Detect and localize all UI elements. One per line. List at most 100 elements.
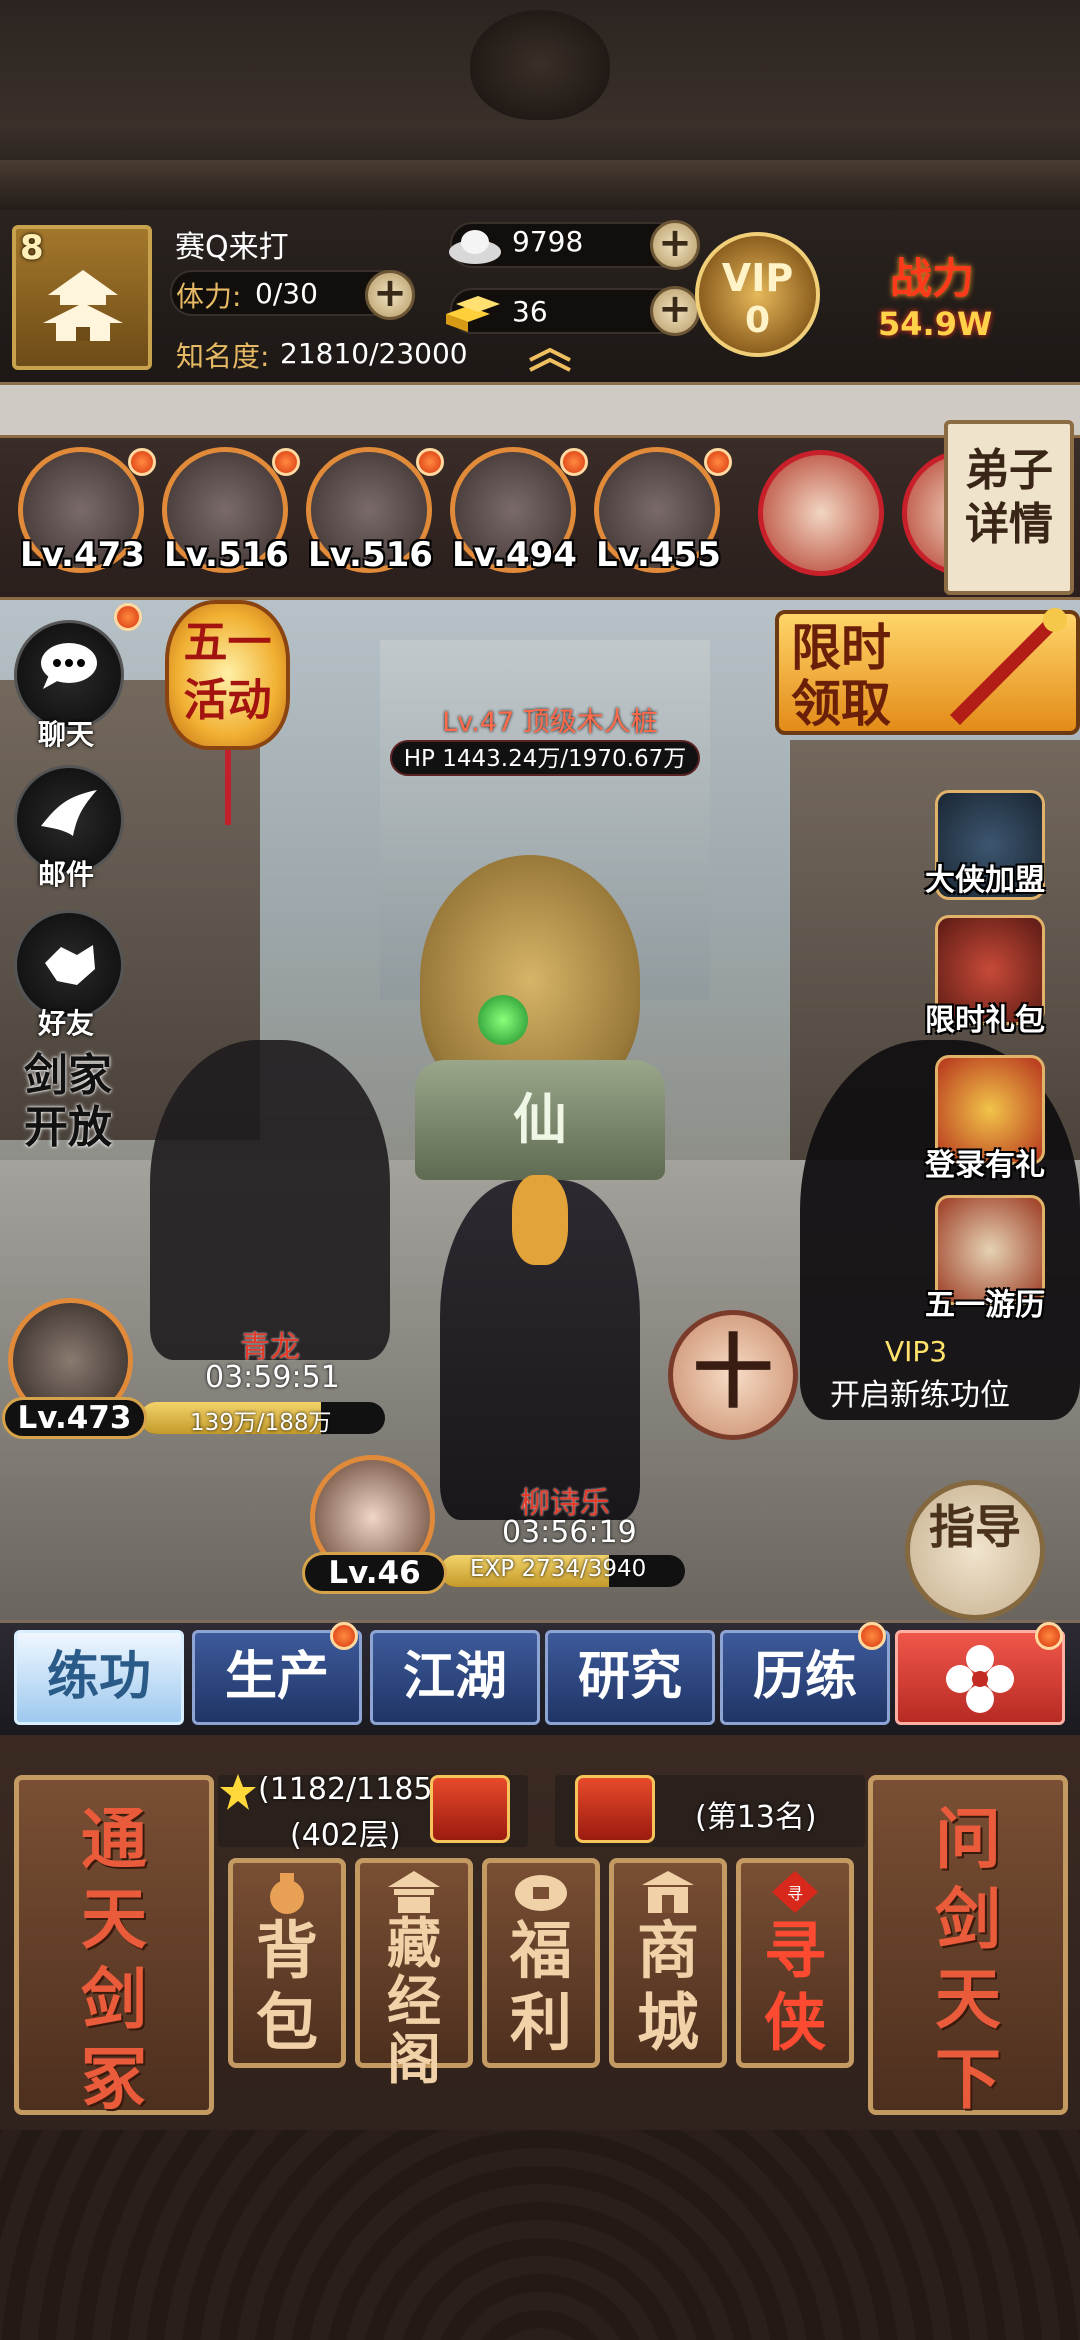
tower-progress: (1182/1185) [258,1772,445,1807]
coin-icon [515,1875,567,1911]
shop-icon [642,1871,694,1913]
notification-dot [272,448,300,476]
vip-label: VIP [721,256,794,300]
seek-hero-label: 寻侠 [763,1914,826,2059]
notification-dot [704,448,732,476]
disciple-detail-button[interactable]: 弟子详情 [944,420,1074,595]
toad-pedestal: 仙 [415,1060,665,1180]
ask-sword-world-label: 问剑天下 [935,1801,1001,2118]
qinglong-level: Lv.473 [2,1397,147,1439]
svg-text:寻: 寻 [787,1884,803,1903]
notification-dot [1035,1622,1063,1650]
chat-bubble-icon [41,643,97,689]
pavilion-icon [388,1871,440,1913]
boss-hp-bar: HP 1443.24万/1970.67万 [390,740,700,776]
sword-family-open-button[interactable]: 剑家开放 [8,1050,128,1180]
liushile-timer: 03:56:19 [502,1515,637,1550]
mail-label: 邮件 [38,858,95,891]
fame-value: 21810/23000 [280,337,468,370]
vip-badge[interactable]: VIP 0 [695,232,820,357]
qinglong-character[interactable] [150,1040,390,1360]
gift-box-icon[interactable] [430,1775,510,1843]
login-reward-label: 登录有礼 [925,1148,1045,1183]
backpack-icon [270,1873,304,1914]
welfare-card[interactable]: 福利 [482,1858,600,2068]
stamina-value: 0/30 [255,277,318,310]
tongtian-sword-tomb-label: 通天剑冢 [81,1801,147,2118]
disciple-level-2: Lv.516 [164,535,289,575]
combat-power-label: 战力 [890,254,975,303]
may-day-event-lantern[interactable]: 五一活动 [165,600,290,750]
seal-icon: 寻 [772,1871,818,1913]
notification-dot [330,1622,358,1650]
tower-floor: (402层) [290,1818,401,1853]
pagoda-icon [43,270,123,341]
stamina-label: 体力: [176,280,242,313]
combat-power-value: 54.9W [878,305,993,343]
divider-strip [0,385,1080,435]
add-gold-button[interactable]: + [650,286,700,336]
bottom-wave-decoration [0,2130,1080,2340]
player-level: 8 [20,228,44,268]
roof-beam [0,160,1080,210]
jade-bead [478,995,528,1045]
tab-training[interactable]: 练功 [14,1630,184,1725]
disciple-level-3: Lv.516 [308,535,433,575]
gold-bars-icon [446,296,500,332]
silver-amount: 9798 [512,225,584,258]
character-veil [512,1175,568,1265]
add-stamina-button[interactable]: + [365,270,415,320]
backpack-card[interactable]: 背包 [228,1858,346,2068]
star-icon [220,1774,256,1810]
slot-open-text: 开启新练功位 [830,1378,1010,1413]
lantern-string [225,750,231,825]
guide-button[interactable]: 指导 [905,1480,1045,1620]
chat-label: 聊天 [38,718,95,751]
open-training-slot-button[interactable]: 十 [668,1310,798,1440]
notification-dot [114,603,142,631]
dove-icon [41,790,97,836]
silver-ingot-icon [449,230,501,264]
liushile-level: Lv.46 [302,1552,447,1594]
notification-dot [560,448,588,476]
notification-dot [128,448,156,476]
rank-text: (第13名) [695,1800,817,1835]
disciple-level-4: Lv.494 [452,535,577,575]
slot-vip-requirement: VIP3 [885,1335,948,1368]
gift-box-icon[interactable] [575,1775,655,1843]
notification-dot [858,1622,886,1650]
welfare-label: 福利 [509,1914,572,2059]
qinglong-timer: 03:59:51 [205,1360,340,1395]
disciple-avatar-6[interactable] [758,450,884,576]
tongtian-sword-tomb-card[interactable]: 通天剑冢 [14,1775,214,2118]
limited-time-claim-label: 限时领取 [791,619,891,733]
seek-hero-card[interactable]: 寻 寻侠 [736,1858,854,2068]
fame-label: 知名度: [176,340,270,373]
vip-level: 0 [744,300,771,341]
limited-gift-label: 限时礼包 [925,1003,1045,1038]
tab-research[interactable]: 研究 [545,1630,715,1725]
may-day-travel-label: 五一游历 [925,1288,1045,1323]
shop-card[interactable]: 商城 [609,1858,727,2068]
tab-jianghu[interactable]: 江湖 [370,1630,540,1725]
clover-icon [946,1645,1014,1713]
boss-name: Lv.47 顶级木人桩 [442,707,658,738]
expand-chevron-icon[interactable] [525,346,575,372]
friends-label: 好友 [38,1007,95,1040]
qinglong-progress-text: 139万/188万 [190,1410,332,1436]
add-silver-button[interactable]: + [650,220,700,270]
disciple-level-1: Lv.473 [20,535,145,575]
scripture-pavilion-card[interactable]: 藏经阁 [355,1858,473,2089]
scripture-pavilion-label: 藏经阁 [387,1912,441,2091]
player-name: 赛Q来打 [175,230,289,265]
hero-alliance-label: 大侠加盟 [925,863,1045,898]
notification-dot [416,448,444,476]
whip-handle-icon [950,608,1067,725]
liushile-progress-text: EXP 2734/3940 [470,1556,647,1582]
handshake-icon [45,945,95,985]
backpack-label: 背包 [255,1914,318,2059]
roof-ornament [470,10,610,120]
disciple-level-5: Lv.455 [596,535,721,575]
ask-sword-world-card[interactable]: 问剑天下 [868,1775,1068,2118]
shop-label: 商城 [636,1914,699,2059]
